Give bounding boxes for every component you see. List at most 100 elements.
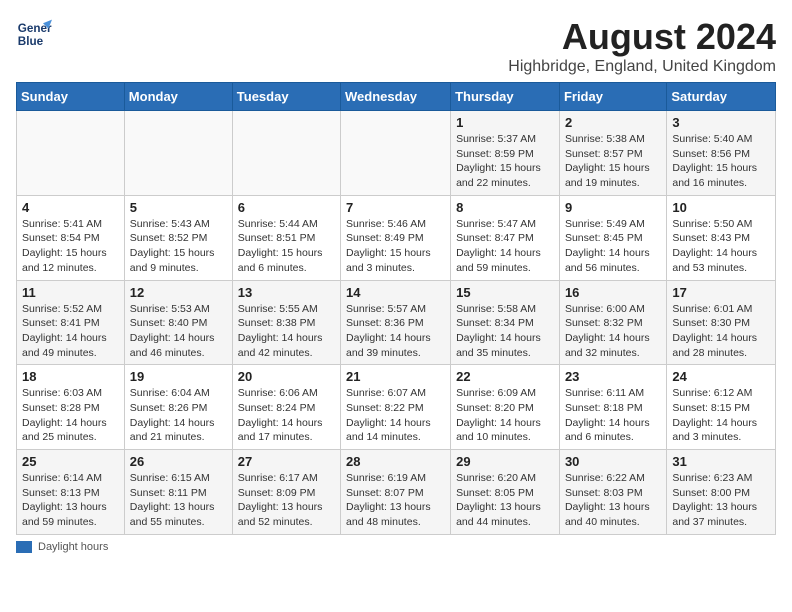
day-cell: 30 Sunrise: 6:22 AM Sunset: 8:03 PM Dayli… xyxy=(559,450,666,535)
day-info: Sunrise: 6:09 AM Sunset: 8:20 PM Dayligh… xyxy=(456,386,554,445)
day-cell: 13 Sunrise: 5:55 AM Sunset: 8:38 PM Dayli… xyxy=(232,280,340,365)
day-cell: 6Sunrise: 5:44 AM Sunset: 8:51 PM Daylig… xyxy=(232,195,340,280)
day-cell xyxy=(124,111,232,196)
day-cell: 27 Sunrise: 6:17 AM Sunset: 8:09 PM Dayli… xyxy=(232,450,340,535)
day-number: 3 xyxy=(672,115,770,130)
day-number: 10 xyxy=(672,200,770,215)
day-number: 4 xyxy=(22,200,119,215)
day-info: Sunrise: 5:47 AM Sunset: 8:47 PM Dayligh… xyxy=(456,217,554,276)
day-info: Sunrise: 6:22 AM Sunset: 8:03 PM Dayligh… xyxy=(565,471,661,530)
day-cell: 1 Sunrise: 5:37 AM Sunset: 8:59 PM Daylig… xyxy=(451,111,560,196)
day-number: 9 xyxy=(565,200,661,215)
day-cell: 29Sunrise: 6:20 AM Sunset: 8:05 PM Dayli… xyxy=(451,450,560,535)
logo: General Blue xyxy=(16,16,52,52)
day-number: 25 xyxy=(22,454,119,469)
day-info: Sunrise: 5:46 AM Sunset: 8:49 PM Dayligh… xyxy=(346,217,445,276)
day-number: 17 xyxy=(672,285,770,300)
day-number: 13 xyxy=(238,285,335,300)
day-number: 11 xyxy=(22,285,119,300)
day-cell: 11 Sunrise: 5:52 AM Sunset: 8:41 PM Dayli… xyxy=(17,280,125,365)
day-number: 28 xyxy=(346,454,445,469)
week-row-2: 4 Sunrise: 5:41 AM Sunset: 8:54 PM Daylig… xyxy=(17,195,776,280)
day-info: Sunrise: 6:20 AM Sunset: 8:05 PM Dayligh… xyxy=(456,471,554,530)
day-number: 18 xyxy=(22,369,119,384)
week-row-1: 1 Sunrise: 5:37 AM Sunset: 8:59 PM Daylig… xyxy=(17,111,776,196)
day-info: Sunrise: 5:43 AM Sunset: 8:52 PM Dayligh… xyxy=(130,217,227,276)
day-info: Sunrise: 5:40 AM Sunset: 8:56 PM Dayligh… xyxy=(672,132,770,191)
day-number: 30 xyxy=(565,454,661,469)
day-cell: 22 Sunrise: 6:09 AM Sunset: 8:20 PM Dayli… xyxy=(451,365,560,450)
day-info: Sunrise: 6:19 AM Sunset: 8:07 PM Dayligh… xyxy=(346,471,445,530)
day-cell: 9 Sunrise: 5:49 AM Sunset: 8:45 PM Daylig… xyxy=(559,195,666,280)
day-info: Sunrise: 6:01 AM Sunset: 8:30 PM Dayligh… xyxy=(672,302,770,361)
day-cell: 24Sunrise: 6:12 AM Sunset: 8:15 PM Dayli… xyxy=(667,365,776,450)
day-cell: 4 Sunrise: 5:41 AM Sunset: 8:54 PM Daylig… xyxy=(17,195,125,280)
day-number: 5 xyxy=(130,200,227,215)
day-cell: 21 Sunrise: 6:07 AM Sunset: 8:22 PM Dayli… xyxy=(341,365,451,450)
day-number: 21 xyxy=(346,369,445,384)
day-cell: 16 Sunrise: 6:00 AM Sunset: 8:32 PM Dayli… xyxy=(559,280,666,365)
day-cell: 12 Sunrise: 5:53 AM Sunset: 8:40 PM Dayli… xyxy=(124,280,232,365)
day-cell xyxy=(232,111,340,196)
day-number: 14 xyxy=(346,285,445,300)
day-number: 6 xyxy=(238,200,335,215)
day-info: Sunrise: 5:52 AM Sunset: 8:41 PM Dayligh… xyxy=(22,302,119,361)
day-number: 12 xyxy=(130,285,227,300)
day-info: Sunrise: 6:17 AM Sunset: 8:09 PM Dayligh… xyxy=(238,471,335,530)
weekday-header-thursday: Thursday xyxy=(451,83,560,111)
day-cell: 20Sunrise: 6:06 AM Sunset: 8:24 PM Dayli… xyxy=(232,365,340,450)
day-info: Sunrise: 5:53 AM Sunset: 8:40 PM Dayligh… xyxy=(130,302,227,361)
weekday-header-friday: Friday xyxy=(559,83,666,111)
day-info: Sunrise: 5:55 AM Sunset: 8:38 PM Dayligh… xyxy=(238,302,335,361)
header: General Blue August 2024 Highbridge, Eng… xyxy=(16,16,776,76)
title-area: August 2024 Highbridge, England, United … xyxy=(508,16,776,76)
day-cell xyxy=(17,111,125,196)
footer-label: Daylight hours xyxy=(38,541,108,553)
day-info: Sunrise: 5:49 AM Sunset: 8:45 PM Dayligh… xyxy=(565,217,661,276)
weekday-header-wednesday: Wednesday xyxy=(341,83,451,111)
day-number: 22 xyxy=(456,369,554,384)
page-title: August 2024 xyxy=(508,16,776,58)
day-info: Sunrise: 6:23 AM Sunset: 8:00 PM Dayligh… xyxy=(672,471,770,530)
svg-text:Blue: Blue xyxy=(18,35,44,48)
day-number: 24 xyxy=(672,369,770,384)
day-number: 19 xyxy=(130,369,227,384)
weekday-header-monday: Monday xyxy=(124,83,232,111)
day-info: Sunrise: 5:57 AM Sunset: 8:36 PM Dayligh… xyxy=(346,302,445,361)
day-info: Sunrise: 6:07 AM Sunset: 8:22 PM Dayligh… xyxy=(346,386,445,445)
day-info: Sunrise: 6:00 AM Sunset: 8:32 PM Dayligh… xyxy=(565,302,661,361)
day-cell: 28 Sunrise: 6:19 AM Sunset: 8:07 PM Dayli… xyxy=(341,450,451,535)
day-cell: 2Sunrise: 5:38 AM Sunset: 8:57 PM Daylig… xyxy=(559,111,666,196)
day-cell: 17 Sunrise: 6:01 AM Sunset: 8:30 PM Dayli… xyxy=(667,280,776,365)
weekday-header-saturday: Saturday xyxy=(667,83,776,111)
day-info: Sunrise: 6:11 AM Sunset: 8:18 PM Dayligh… xyxy=(565,386,661,445)
footer-swatch xyxy=(16,541,32,553)
week-row-3: 11 Sunrise: 5:52 AM Sunset: 8:41 PM Dayli… xyxy=(17,280,776,365)
footer-note: Daylight hours xyxy=(16,541,776,553)
weekday-header-tuesday: Tuesday xyxy=(232,83,340,111)
day-cell: 19Sunrise: 6:04 AM Sunset: 8:26 PM Dayli… xyxy=(124,365,232,450)
day-number: 31 xyxy=(672,454,770,469)
day-number: 16 xyxy=(565,285,661,300)
day-number: 23 xyxy=(565,369,661,384)
day-number: 27 xyxy=(238,454,335,469)
day-number: 8 xyxy=(456,200,554,215)
day-cell: 25 Sunrise: 6:14 AM Sunset: 8:13 PM Dayli… xyxy=(17,450,125,535)
day-cell: 23 Sunrise: 6:11 AM Sunset: 8:18 PM Dayli… xyxy=(559,365,666,450)
page-subtitle: Highbridge, England, United Kingdom xyxy=(508,58,776,76)
day-info: Sunrise: 6:14 AM Sunset: 8:13 PM Dayligh… xyxy=(22,471,119,530)
day-cell: 26Sunrise: 6:15 AM Sunset: 8:11 PM Dayli… xyxy=(124,450,232,535)
day-cell: 15Sunrise: 5:58 AM Sunset: 8:34 PM Dayli… xyxy=(451,280,560,365)
generalblue-logo-icon: General Blue xyxy=(16,16,52,52)
day-info: Sunrise: 5:37 AM Sunset: 8:59 PM Dayligh… xyxy=(456,132,554,191)
day-info: Sunrise: 5:50 AM Sunset: 8:43 PM Dayligh… xyxy=(672,217,770,276)
day-cell: 3 Sunrise: 5:40 AM Sunset: 8:56 PM Daylig… xyxy=(667,111,776,196)
day-info: Sunrise: 5:41 AM Sunset: 8:54 PM Dayligh… xyxy=(22,217,119,276)
week-row-4: 18 Sunrise: 6:03 AM Sunset: 8:28 PM Dayli… xyxy=(17,365,776,450)
day-info: Sunrise: 6:03 AM Sunset: 8:28 PM Dayligh… xyxy=(22,386,119,445)
day-cell xyxy=(341,111,451,196)
weekday-header-row: SundayMondayTuesdayWednesdayThursdayFrid… xyxy=(17,83,776,111)
day-number: 1 xyxy=(456,115,554,130)
day-number: 26 xyxy=(130,454,227,469)
day-cell: 7Sunrise: 5:46 AM Sunset: 8:49 PM Daylig… xyxy=(341,195,451,280)
